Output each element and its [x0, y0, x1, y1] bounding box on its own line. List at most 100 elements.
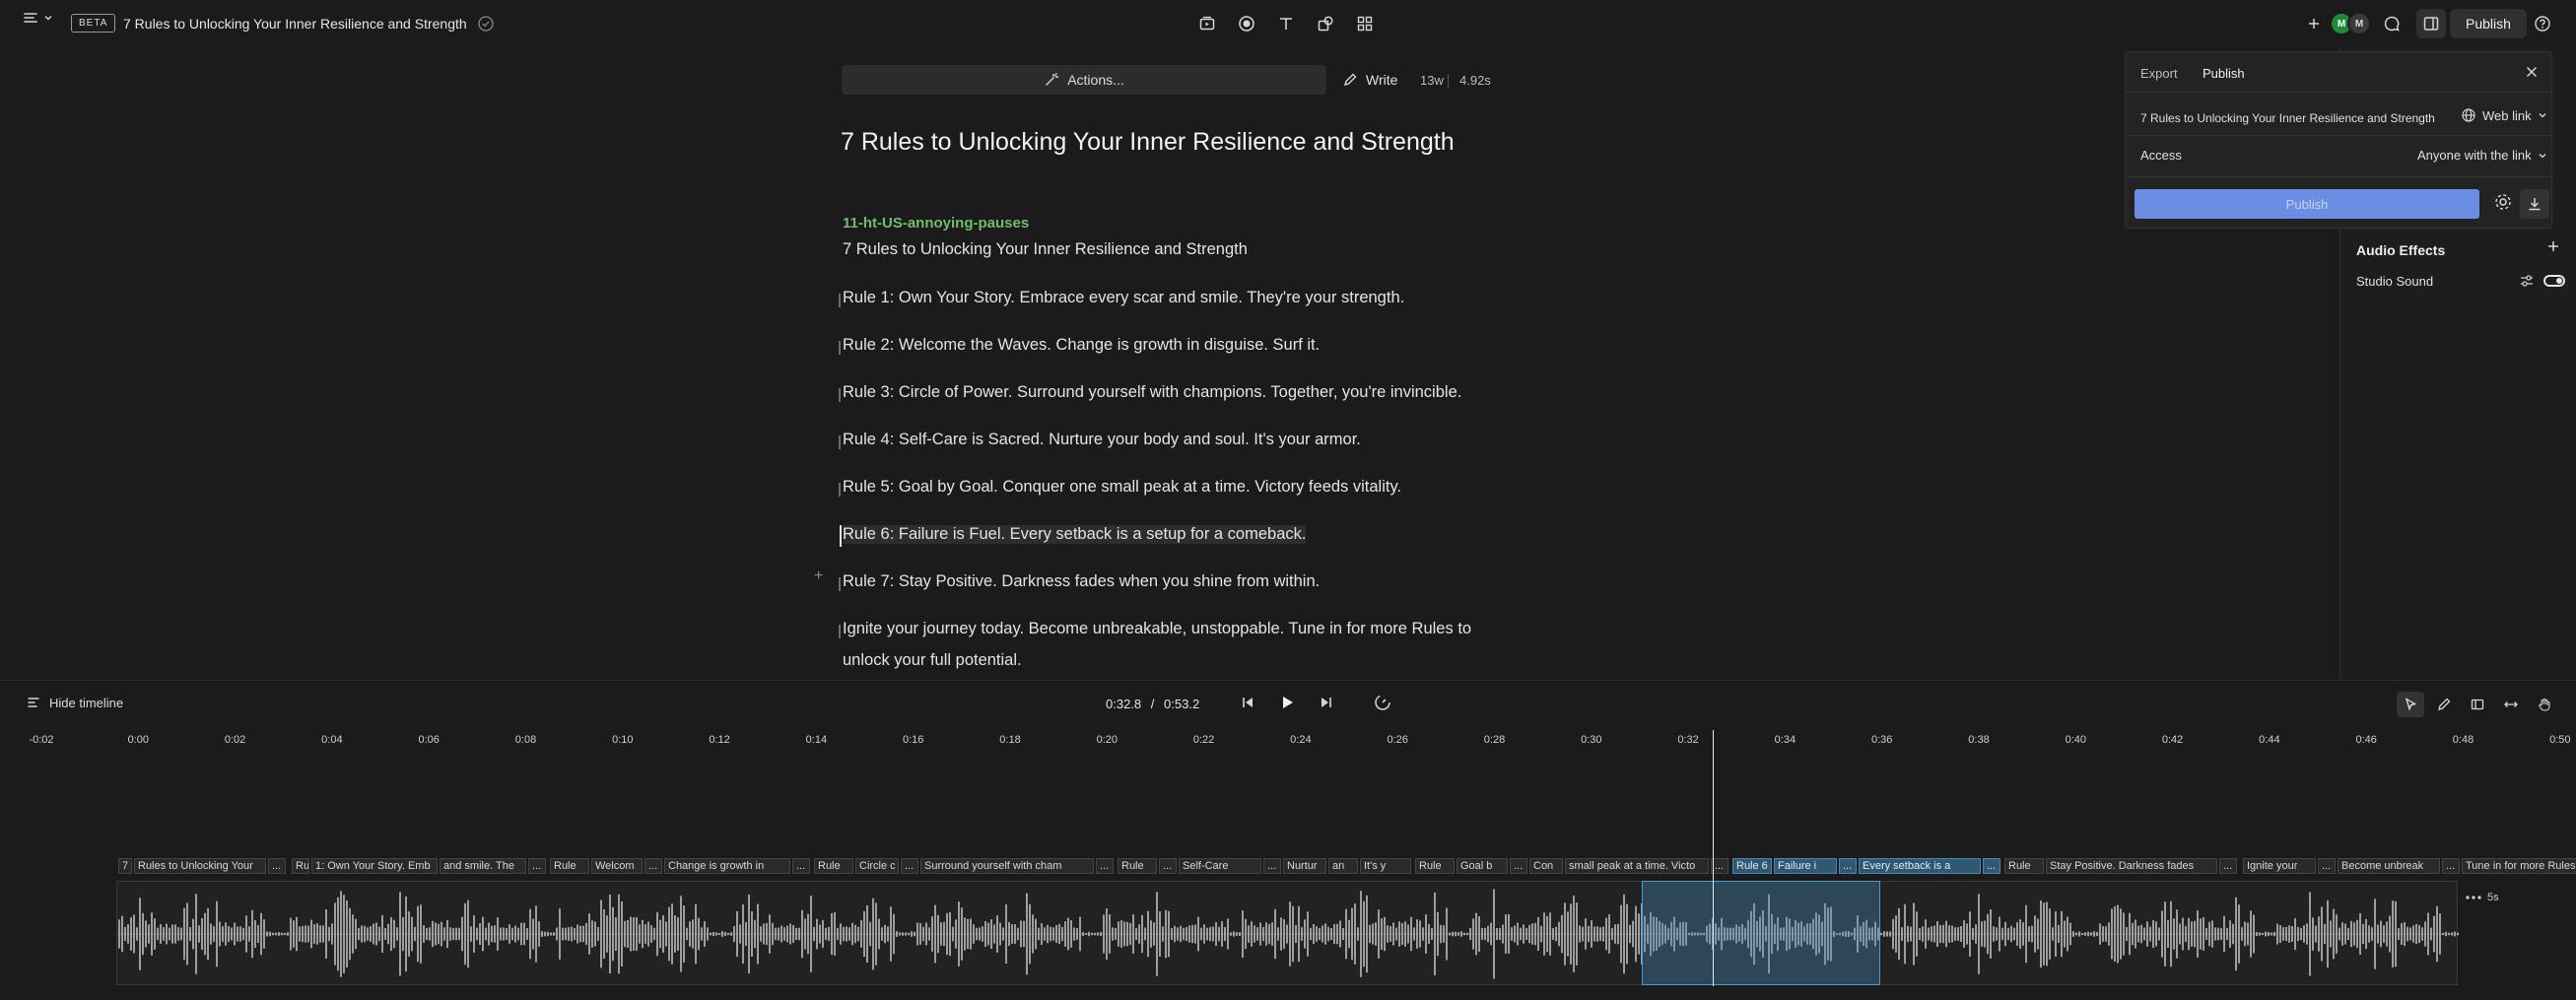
tab-export[interactable]: Export: [2140, 66, 2178, 81]
word-chip[interactable]: 1: Own Your Story. Emb: [311, 858, 438, 874]
word-chip[interactable]: Ru: [292, 858, 309, 874]
publish-button[interactable]: Publish: [2450, 9, 2527, 38]
add-collaborator-button[interactable]: [2302, 9, 2326, 38]
word-chip[interactable]: Rule: [814, 858, 853, 874]
media-button[interactable]: [1192, 9, 1222, 38]
word-chip[interactable]: Change is growth in: [664, 858, 790, 874]
close-button[interactable]: [2524, 64, 2540, 80]
word-chip[interactable]: Self-Care: [1179, 858, 1261, 874]
word-chip[interactable]: ...: [1983, 858, 2000, 874]
studio-sound-settings-button[interactable]: [2518, 272, 2536, 290]
clip-tool-button[interactable]: [2464, 692, 2491, 717]
word-chip[interactable]: Rules to Unlocking Your: [134, 858, 266, 874]
word-chip[interactable]: Become unbreak: [2338, 858, 2440, 874]
tab-publish[interactable]: Publish: [2203, 66, 2245, 81]
word-chip[interactable]: Surround yourself with cham: [920, 858, 1094, 874]
fit-width-button[interactable]: [2497, 692, 2525, 717]
word-chip[interactable]: ...: [1510, 858, 1527, 874]
add-audio-effect-button[interactable]: [2545, 238, 2561, 254]
word-chip[interactable]: Rule 6: [1732, 858, 1772, 874]
word-chip[interactable]: Rule: [2004, 858, 2044, 874]
word-chip[interactable]: ...: [1159, 858, 1177, 874]
word-track: 7 Rules to Unlocking Your... Ru 1: Own Your…: [116, 858, 2576, 874]
word-chip[interactable]: Failure i: [1774, 858, 1837, 874]
audio-waveform-track[interactable]: [116, 881, 2459, 985]
word-chip[interactable]: ...: [2442, 858, 2460, 874]
ruler-tick-label: 0:12: [709, 734, 730, 746]
word-chip[interactable]: ...: [268, 858, 286, 874]
playback-speed-button[interactable]: [1373, 693, 1392, 712]
word-chip[interactable]: ...: [2219, 858, 2237, 874]
word-chip[interactable]: ...: [1839, 858, 1857, 874]
word-chip[interactable]: ...: [1263, 858, 1281, 874]
comments-button[interactable]: [2377, 9, 2407, 38]
stat-divider: [1448, 74, 1449, 88]
main-menu-button[interactable]: [22, 9, 53, 27]
document-title[interactable]: 7 Rules to Unlocking Your Inner Resilien…: [123, 16, 467, 32]
word-chip[interactable]: Tune in for more Rules to: [2462, 858, 2576, 874]
ruler-tick-label: 0:04: [321, 734, 343, 746]
actions-button[interactable]: Actions...: [842, 65, 1326, 95]
speaker-label[interactable]: 11-ht-US-annoying-pauses: [843, 215, 1029, 232]
publish-confirm-button[interactable]: Publish: [2135, 189, 2479, 219]
script-paragraph[interactable]: Rule 2: Welcome the Waves. Change is gro…: [843, 336, 1320, 355]
word-chip[interactable]: Rule: [1415, 858, 1455, 874]
page-title[interactable]: 7 Rules to Unlocking Your Inner Resilien…: [841, 128, 1455, 157]
link-type-select[interactable]: Web link: [2461, 107, 2547, 123]
skip-back-button[interactable]: [1238, 693, 1257, 712]
write-mode-button[interactable]: Write: [1342, 65, 1397, 95]
word-chip[interactable]: ...: [2318, 858, 2336, 874]
word-chip[interactable]: Con: [1529, 858, 1563, 874]
text-button[interactable]: [1271, 9, 1301, 38]
word-chip[interactable]: Every setback is a: [1859, 858, 1981, 874]
script-paragraph[interactable]: Rule 4: Self-Care is Sacred. Nurture you…: [843, 431, 1361, 449]
time-separator: /: [1150, 697, 1155, 711]
selected-range[interactable]: [1642, 881, 1880, 985]
download-button[interactable]: [2520, 189, 2549, 219]
playhead[interactable]: [1713, 730, 1714, 986]
word-chip[interactable]: Rule: [1118, 858, 1157, 874]
word-chip[interactable]: Rule: [550, 858, 589, 874]
pen-tool-button[interactable]: [2430, 692, 2458, 717]
word-chip[interactable]: and smile. The: [440, 858, 526, 874]
word-chip[interactable]: ...: [792, 858, 810, 874]
select-tool-button[interactable]: [2397, 692, 2424, 717]
hide-timeline-button[interactable]: Hide timeline: [26, 695, 123, 710]
access-select[interactable]: Anyone with the link: [2417, 148, 2547, 163]
word-chip[interactable]: It's y: [1360, 858, 1411, 874]
shapes-button[interactable]: [1311, 9, 1340, 38]
word-chip[interactable]: 7: [118, 858, 132, 874]
studio-sound-toggle[interactable]: [2543, 275, 2565, 287]
avatar[interactable]: M: [2347, 12, 2371, 35]
word-chip[interactable]: ...: [528, 858, 546, 874]
record-button[interactable]: [1232, 9, 1261, 38]
add-block-icon[interactable]: +: [814, 567, 823, 585]
script-paragraph[interactable]: 7 Rules to Unlocking Your Inner Resilien…: [843, 240, 1248, 259]
script-paragraph[interactable]: Ignite your journey today. Become unbrea…: [843, 620, 1471, 638]
word-chip[interactable]: ...: [901, 858, 918, 874]
toggle-sidebar-button[interactable]: [2416, 9, 2446, 38]
track-more-button[interactable]: 5s: [2466, 892, 2499, 903]
help-button[interactable]: [2528, 9, 2557, 38]
word-chip[interactable]: small peak at a time. Victo: [1565, 858, 1709, 874]
word-chip[interactable]: Stay Positive. Darkness fades: [2046, 858, 2217, 874]
script-paragraph[interactable]: Rule 5: Goal by Goal. Conquer one small …: [843, 478, 1401, 497]
hand-tool-button[interactable]: [2531, 692, 2558, 717]
word-chip[interactable]: ...: [644, 858, 662, 874]
word-chip[interactable]: an: [1328, 858, 1358, 874]
word-chip[interactable]: Goal b: [1457, 858, 1508, 874]
word-chip[interactable]: Ignite your: [2243, 858, 2316, 874]
grid-button[interactable]: [1350, 9, 1380, 38]
word-chip[interactable]: Welcom: [591, 858, 643, 874]
word-chip[interactable]: ...: [1096, 858, 1114, 874]
script-paragraph-selected[interactable]: Rule 6: Failure is Fuel. Every setback i…: [843, 525, 1307, 544]
play-button[interactable]: [1277, 693, 1297, 712]
script-paragraph-continued[interactable]: unlock your full potential.: [843, 651, 1022, 670]
script-paragraph[interactable]: Rule 1: Own Your Story. Embrace every sc…: [843, 289, 1404, 307]
script-paragraph[interactable]: Rule 7: Stay Positive. Darkness fades wh…: [843, 572, 1320, 591]
script-paragraph[interactable]: Rule 3: Circle of Power. Surround yourse…: [843, 383, 1461, 402]
word-chip[interactable]: Circle c: [855, 858, 899, 874]
publish-settings-button[interactable]: [2492, 191, 2514, 213]
skip-forward-button[interactable]: [1317, 693, 1336, 712]
word-chip[interactable]: Nurtur: [1283, 858, 1326, 874]
